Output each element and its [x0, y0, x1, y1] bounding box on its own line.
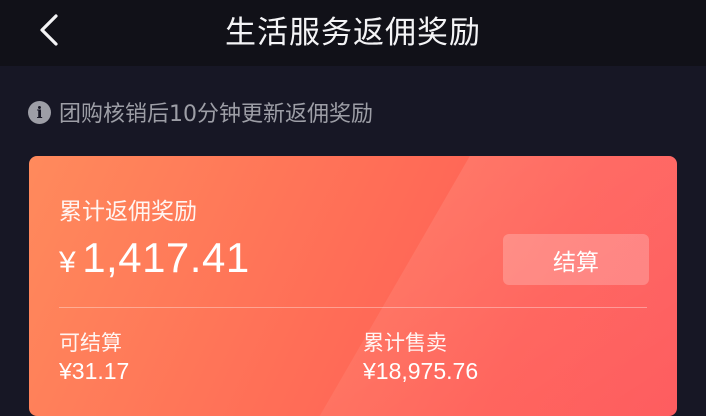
chevron-left-icon: [40, 14, 58, 46]
total-rebate-amount: ¥1,417.41: [59, 234, 250, 282]
divider: [59, 307, 647, 308]
currency-symbol: ¥: [59, 246, 77, 279]
total-rebate-value: 1,417.41: [82, 234, 250, 281]
notice-text: 团购核销后10分钟更新返佣奖励: [59, 102, 373, 127]
page-title: 生活服务返佣奖励: [225, 14, 481, 51]
back-button[interactable]: [26, 10, 72, 50]
settleable-value: ¥31.17: [59, 358, 130, 384]
navigation-bar: 生活服务返佣奖励: [0, 0, 706, 66]
settle-button[interactable]: 结算: [503, 234, 649, 285]
total-sales-label: 累计售卖: [363, 331, 447, 355]
info-icon: i: [28, 100, 51, 124]
settleable-label: 可结算: [59, 331, 122, 355]
update-notice: i 团购核销后10分钟更新返佣奖励: [28, 96, 373, 128]
rebate-summary-card: 累计返佣奖励 ¥1,417.41 结算 可结算 ¥31.17 累计售卖 ¥18,…: [29, 156, 677, 416]
total-rebate-label: 累计返佣奖励: [59, 199, 197, 225]
total-sales-value: ¥18,975.76: [363, 358, 479, 384]
